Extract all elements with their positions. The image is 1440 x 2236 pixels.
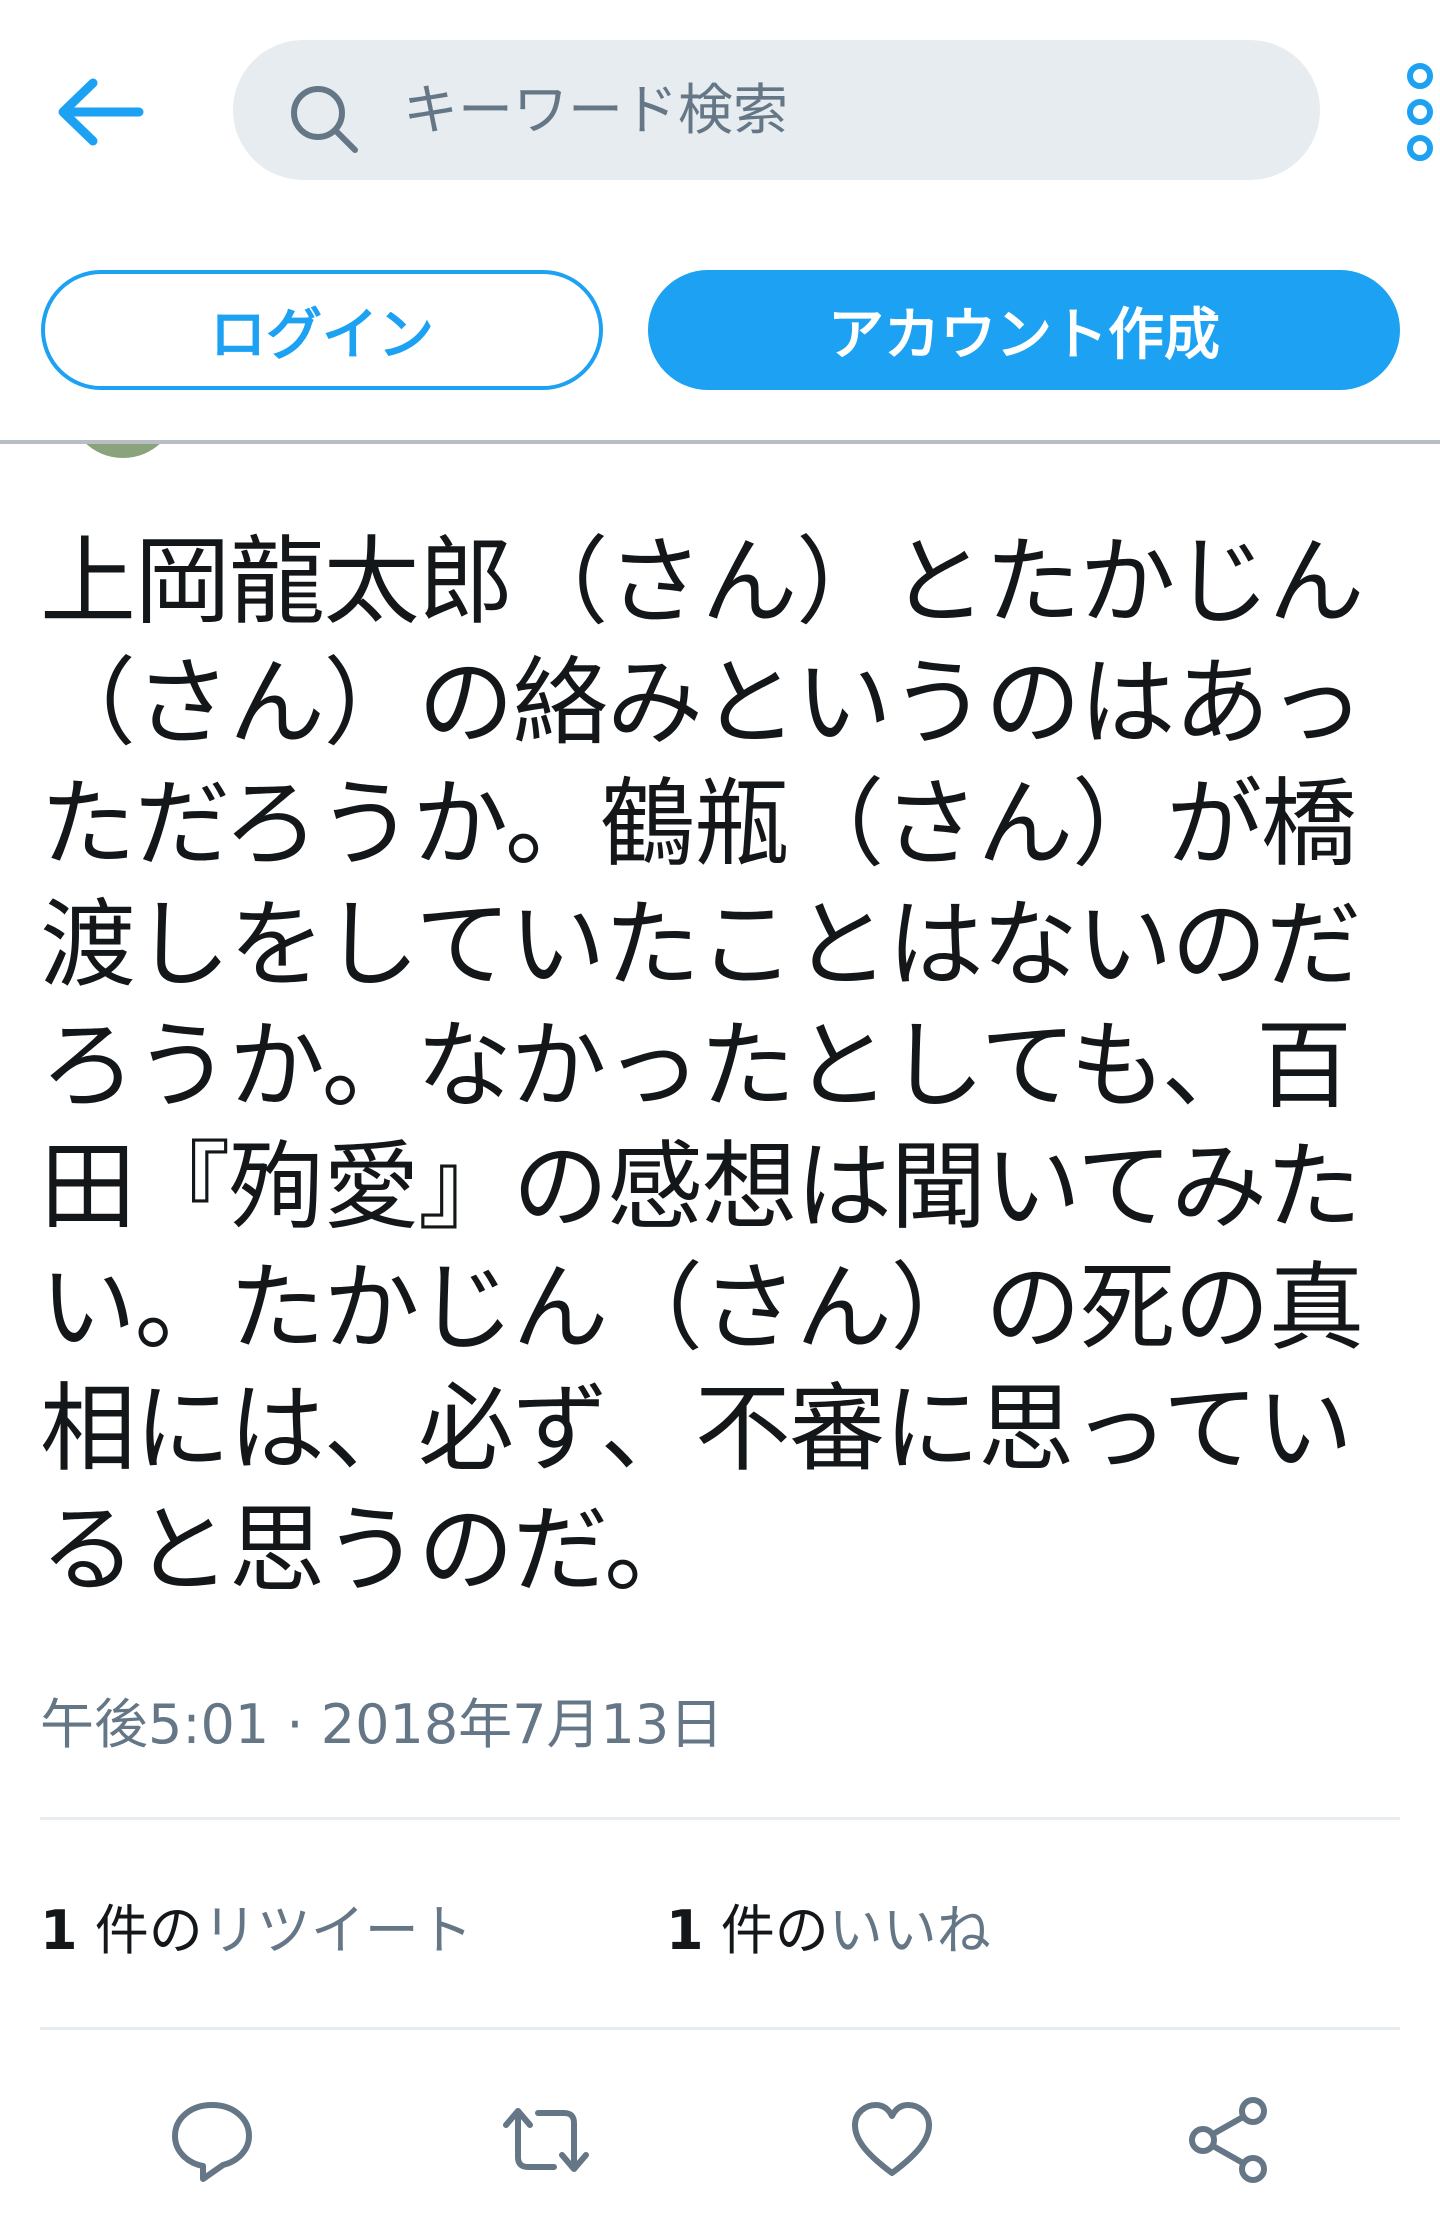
share-button[interactable]: [1180, 2090, 1280, 2190]
like-icon: [852, 2102, 932, 2176]
retweet-count: 1: [40, 1899, 78, 1962]
like-button[interactable]: [842, 2090, 942, 2190]
retweet-unit: 件の: [77, 1899, 203, 1962]
like-label[interactable]: いいね: [829, 1899, 991, 1962]
search-box[interactable]: [233, 40, 1320, 180]
like-stat[interactable]: 1 件のいいね: [666, 1886, 991, 1965]
retweet-label[interactable]: リツイート: [203, 1899, 473, 1962]
retweet-stat[interactable]: 1 件のリツイート: [40, 1886, 473, 1965]
share-icon: [1189, 2097, 1267, 2183]
reply-button[interactable]: [162, 2090, 262, 2190]
like-count: 1: [666, 1899, 704, 1962]
tweet-timestamp[interactable]: 午後5:01 · 2018年7月13日: [40, 1680, 723, 1759]
reply-icon: [172, 2102, 252, 2182]
tweet-text: 上岡龍太郎（さん）とたかじん（さん）の絡みというのはあっただろうか。鶴瓶（さん）…: [40, 526, 1365, 1606]
search-input[interactable]: [403, 40, 1263, 180]
login-button[interactable]: ログイン: [41, 270, 603, 390]
retweet-button[interactable]: [496, 2090, 596, 2190]
back-button[interactable]: [50, 72, 150, 152]
search-icon: [291, 86, 358, 153]
vertical-dots-icon: [1407, 63, 1433, 161]
divider: [40, 2027, 1400, 2030]
header-divider: [0, 440, 1440, 444]
divider: [40, 1817, 1400, 1820]
retweet-icon: [503, 2108, 589, 2172]
signup-button[interactable]: アカウント作成: [648, 270, 1400, 390]
arrow-left-icon: [58, 78, 144, 146]
like-unit: 件の: [703, 1899, 829, 1962]
more-options-button[interactable]: [1400, 62, 1440, 162]
